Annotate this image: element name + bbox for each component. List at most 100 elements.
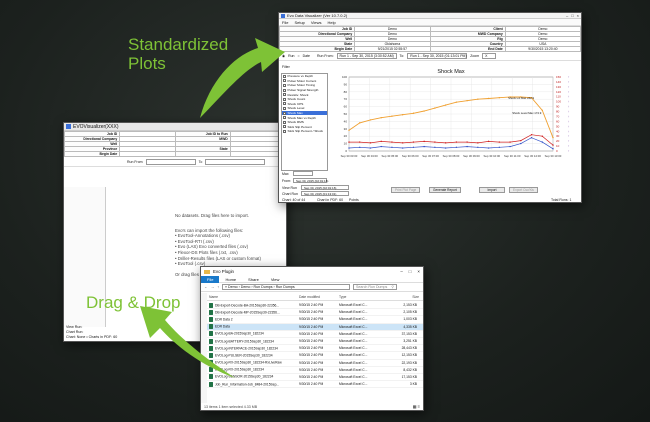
file-row[interactable]: EDR Data 9/30/15 2:40 PM Microsoft Excel C… bbox=[207, 323, 423, 331]
points-label-2: Points bbox=[349, 198, 359, 202]
points-label: Chart in PDF: 60 bbox=[317, 198, 344, 202]
back-run-from-select[interactable] bbox=[145, 158, 196, 165]
address-bar[interactable]: « Demo › Demo › Run Dumps › Run Dumps bbox=[221, 284, 350, 290]
explorer-titlebar: Evo Plugin – □ × bbox=[201, 267, 423, 276]
up-arrow-icon[interactable]: ↑ bbox=[217, 285, 219, 289]
chart-list-item-label: Shock Level bbox=[287, 106, 305, 111]
series-1-point bbox=[412, 141, 415, 143]
column-header[interactable]: Date modified bbox=[297, 295, 337, 299]
back-to-label: To bbox=[198, 159, 203, 164]
checkbox[interactable] bbox=[283, 102, 286, 106]
series-0-point bbox=[498, 97, 501, 99]
menu-item-setup[interactable]: Setup bbox=[294, 20, 304, 25]
series-2-point bbox=[391, 146, 393, 148]
back-arrow-icon[interactable]: ← bbox=[204, 285, 208, 289]
chart-run-select[interactable]: Sep 30, 2015 (01:13:01) bbox=[301, 191, 349, 196]
close-icon[interactable]: × bbox=[417, 269, 420, 274]
menu-item-views[interactable]: Views bbox=[311, 20, 322, 25]
run-to-select[interactable]: Run 1 - Sep 30, 2015 (01:13:01 PM) bbox=[407, 53, 468, 59]
file-name: EVOLog-BATTERY-2015Sep30_182234 bbox=[207, 338, 297, 344]
file-type: Microsoft Excel C... bbox=[339, 374, 368, 379]
ribbon-tab-home[interactable]: Home bbox=[219, 277, 242, 282]
run-radio[interactable]: ◉ bbox=[282, 54, 285, 58]
chart-type-list[interactable]: Pressure vs Depth Pulser Motor Current Pul… bbox=[281, 73, 328, 171]
series-1-point bbox=[466, 141, 468, 143]
ribbon-tab-view[interactable]: View bbox=[265, 277, 286, 282]
column-header[interactable]: Name bbox=[207, 295, 297, 299]
file-row[interactable]: EVOLog-INTERFACE-2015Sep30_182234 9/30/15… bbox=[207, 345, 423, 353]
file-explorer-window: Evo Plugin – □ × File Home Share View ← → ↑… bbox=[200, 266, 424, 411]
checkbox[interactable] bbox=[283, 120, 286, 124]
checkbox[interactable] bbox=[283, 79, 286, 83]
column-header[interactable]: Type bbox=[337, 295, 389, 299]
view-run-select[interactable]: Sep 30, 2015 (02:01:16) bbox=[301, 185, 349, 190]
file-row[interactable]: DB-Export-Decode-MP-2015Sep30-22356... 9/… bbox=[207, 309, 423, 317]
export-button[interactable]: Export Csv/Xls bbox=[509, 187, 538, 193]
explorer-view-toggle[interactable]: ▦ ≡ bbox=[413, 404, 420, 409]
chart-list-item-label: Pulser Motor Timing bbox=[287, 83, 316, 88]
from-date-value: Sep 30, 2015 (02:01:16) bbox=[296, 178, 329, 183]
checkbox[interactable] bbox=[283, 97, 286, 101]
header-value bbox=[119, 151, 176, 157]
print-plot-page-button[interactable]: Print Plot Page bbox=[391, 187, 421, 193]
file-name: EVOLog-BA-2015Sep30_182234 bbox=[207, 331, 297, 337]
checkbox[interactable] bbox=[283, 93, 286, 97]
file-row[interactable]: EVOLog-PULSER-2015Sep30_182234 9/30/15 2:… bbox=[207, 352, 423, 360]
max-input[interactable] bbox=[293, 171, 313, 176]
file-date: 9/30/15 2:40 PM bbox=[299, 360, 324, 365]
chart-list-item[interactable]: Stick Slip Percent / Shock bbox=[282, 129, 327, 134]
x-tick-label: Sep 30 11:00 bbox=[504, 154, 521, 158]
checkbox[interactable] bbox=[283, 106, 286, 110]
file-row[interactable]: EVOLog-RX-2015Sep30_182234-RxLiveRaw 9/30… bbox=[207, 360, 423, 367]
zoom-select[interactable]: X bbox=[482, 53, 497, 59]
series-2-point bbox=[498, 146, 501, 148]
checkbox[interactable] bbox=[283, 83, 286, 87]
file-type: Microsoft Excel C... bbox=[339, 339, 368, 344]
minimize-icon[interactable]: – bbox=[400, 269, 402, 274]
run-from-select[interactable]: Run 1 - Sep 30, 2015 (3:30:52 AM) bbox=[336, 53, 397, 59]
minimize-icon[interactable]: – bbox=[566, 13, 568, 18]
series-1-point bbox=[359, 141, 361, 143]
file-row[interactable]: EVOLog-BATTERY-2015Sep30_182234 9/30/15 2… bbox=[207, 338, 423, 346]
y-tick-label: 90 bbox=[344, 82, 348, 86]
checkbox[interactable] bbox=[283, 74, 286, 78]
menu-item-file[interactable]: File bbox=[282, 20, 288, 25]
file-row[interactable]: EVOLog-SENSOR-2015Sep30_182234 9/30/15 2:… bbox=[207, 374, 423, 382]
checkbox[interactable] bbox=[283, 116, 286, 120]
right-axis-tick: 150 bbox=[556, 75, 561, 79]
explorer-title: Evo Plugin bbox=[213, 269, 234, 274]
series-1-point bbox=[477, 142, 479, 144]
right-axis-tick: 70 bbox=[556, 114, 560, 118]
checkbox[interactable] bbox=[283, 125, 286, 129]
right-axis-tick: 80 bbox=[556, 110, 560, 114]
date-radio[interactable]: ○ bbox=[297, 54, 299, 58]
excel-file-icon bbox=[209, 309, 213, 315]
checkbox[interactable] bbox=[283, 129, 286, 133]
generate-report-button[interactable]: Generate Report bbox=[429, 187, 461, 193]
checkbox[interactable] bbox=[283, 111, 286, 115]
search-box[interactable]: Search Run Dumps ⚲ bbox=[352, 284, 397, 290]
import-button[interactable]: Import bbox=[479, 187, 505, 193]
from-date-input[interactable]: Sep 30, 2015 (02:01:16) bbox=[293, 178, 329, 183]
file-row[interactable]: DB-Export-Decode-BA-2015Sep30-22356... 9/… bbox=[207, 302, 423, 310]
file-row[interactable]: Job_Run_Information-Job_8484-2015Sep... 9… bbox=[207, 381, 423, 389]
checkbox[interactable] bbox=[283, 88, 286, 92]
menu-item-help[interactable]: Help bbox=[328, 20, 336, 25]
file-date: 9/30/15 2:40 PM bbox=[299, 374, 324, 379]
maximize-icon[interactable]: □ bbox=[409, 269, 412, 274]
right-axis-tick: 120 bbox=[556, 90, 561, 94]
series-2-point bbox=[541, 141, 543, 143]
ribbon-tab-share[interactable]: Share bbox=[242, 277, 265, 282]
column-header[interactable]: Size bbox=[389, 295, 419, 299]
file-row[interactable]: EDR Data 2 9/30/15 2:40 PM Microsoft Excel… bbox=[207, 316, 423, 324]
close-icon[interactable]: × bbox=[577, 13, 579, 18]
file-row[interactable]: EVOLog-BA-2015Sep30_182234 9/30/15 2:40 P… bbox=[207, 331, 423, 338]
file-name-text: EVOLog-RX-2015Sep30_182234-RxLiveRaw bbox=[215, 360, 282, 365]
back-to-select[interactable] bbox=[205, 158, 266, 165]
excel-file-icon bbox=[209, 345, 213, 351]
file-row[interactable]: EVOLog-RX-2015Sep30_182234 9/30/15 2:40 P… bbox=[207, 367, 423, 374]
ribbon-tab-file[interactable]: File bbox=[201, 275, 220, 283]
maximize-icon[interactable]: □ bbox=[571, 13, 573, 18]
forward-arrow-icon[interactable]: → bbox=[211, 285, 215, 289]
file-size: 3 KB bbox=[409, 382, 417, 387]
